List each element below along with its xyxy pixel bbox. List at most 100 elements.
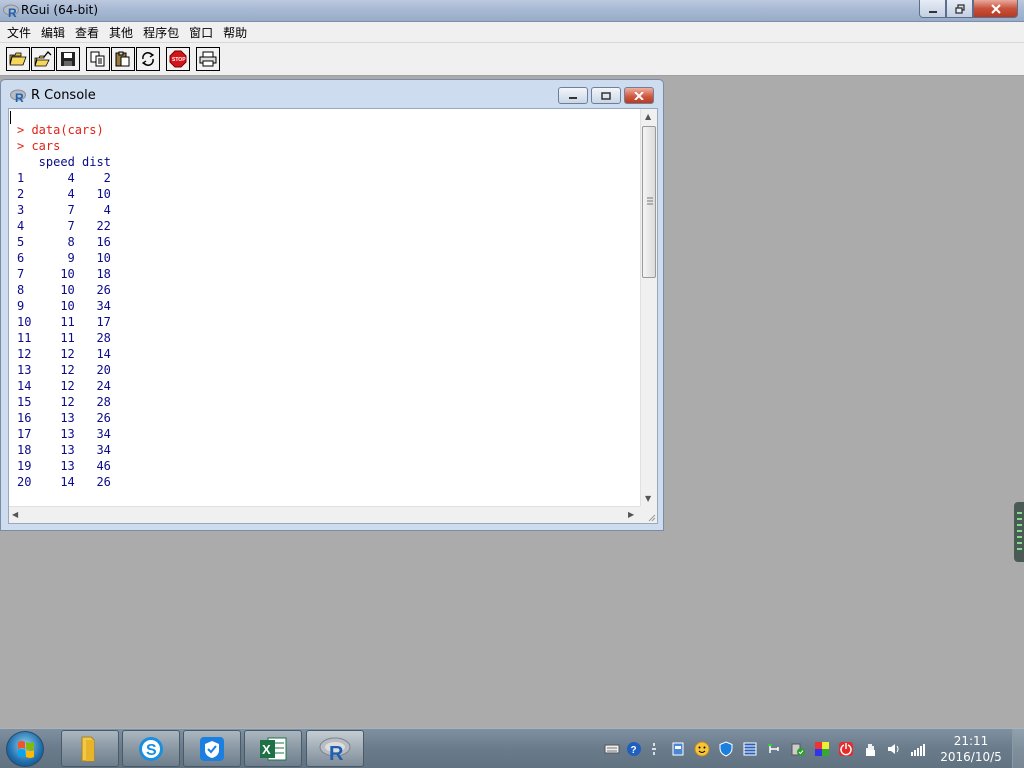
desktop-gadget[interactable] [1014, 502, 1024, 562]
scroll-thumb[interactable] [642, 126, 656, 278]
minimize-button[interactable] [919, 0, 946, 18]
row-index: 10 [17, 315, 32, 329]
menu-view[interactable]: 查看 [70, 24, 104, 41]
dist-cell: 34 [96, 427, 111, 441]
app-titlebar: R RGui (64-bit) [0, 0, 1024, 22]
speed-cell: 10 [60, 267, 75, 281]
keyboard-icon[interactable] [604, 741, 620, 757]
console-output-area[interactable]: > data(cars) > cars speed dist 1 4 2 2 4 10 3 7 4 4… [8, 108, 658, 524]
row-index: 4 [17, 219, 25, 233]
clock-time: 21:11 [953, 734, 989, 748]
row-index: 16 [17, 411, 32, 425]
hand-icon[interactable] [862, 741, 878, 757]
dist-cell: 17 [96, 315, 111, 329]
table-header: speed dist [17, 155, 111, 169]
copy-button[interactable] [86, 47, 110, 71]
taskbar-file-explorer[interactable] [61, 730, 119, 767]
system-clock[interactable]: 21:11 2016/10/5 [932, 733, 1010, 765]
dist-cell: 26 [96, 411, 111, 425]
shield-tray-icon[interactable] [718, 741, 734, 757]
console-close-button[interactable] [624, 87, 654, 104]
taskbar-security-guard[interactable] [183, 730, 241, 767]
gadget-meter-bar [1017, 530, 1022, 532]
print-button[interactable] [196, 47, 220, 71]
copy-paste-button[interactable] [136, 47, 160, 71]
gadget-meter-bar [1017, 536, 1022, 538]
usb-icon[interactable] [766, 741, 782, 757]
table-row: 8 10 26 [17, 282, 641, 298]
table-row: 15 12 28 [17, 394, 641, 410]
speed-cell: 9 [67, 251, 75, 265]
menu-help[interactable]: 帮助 [218, 24, 252, 41]
taskbar-excel[interactable]: X [244, 730, 302, 767]
dist-cell: 2 [103, 171, 111, 185]
taskbar: S X R ? 21:11 2016/10/5 [0, 728, 1024, 768]
paste-button[interactable] [111, 47, 135, 71]
help-icon[interactable]: ? [626, 741, 642, 757]
browser-s-icon: S [139, 736, 163, 761]
shield-icon [200, 736, 224, 761]
dist-cell: 28 [96, 395, 111, 409]
taskbar-r-gui[interactable]: R [306, 730, 364, 767]
film-icon[interactable] [742, 741, 758, 757]
resize-grip[interactable] [640, 506, 657, 523]
dist-cell: 26 [96, 283, 111, 297]
battery-check-icon[interactable] [790, 741, 806, 757]
floppy-disk-icon [61, 52, 75, 66]
vertical-scrollbar[interactable]: ▲ ▼ [640, 109, 657, 507]
speed-cell: 12 [60, 363, 75, 377]
scroll-up-icon[interactable]: ▲ [645, 112, 651, 121]
dist-cell: 34 [96, 299, 111, 313]
menu-windows[interactable]: 窗口 [184, 24, 218, 41]
horizontal-scrollbar[interactable]: ◀ ▶ [9, 506, 641, 523]
close-icon [990, 3, 1001, 14]
gadget-meter-bar [1017, 518, 1022, 520]
taskbar-sogou-browser[interactable]: S [122, 730, 180, 767]
network-drive-icon[interactable] [670, 741, 686, 757]
scroll-left-icon[interactable]: ◀ [12, 510, 18, 519]
open-script-button[interactable] [6, 47, 30, 71]
window-controls [919, 0, 1018, 18]
scroll-right-icon[interactable]: ▶ [628, 510, 634, 519]
refresh-icon [141, 52, 155, 66]
menu-file[interactable]: 文件 [2, 24, 36, 41]
speed-cell: 7 [67, 203, 75, 217]
menu-packages[interactable]: 程序包 [138, 24, 184, 41]
show-desktop-button[interactable] [1012, 729, 1024, 768]
load-workspace-button[interactable] [31, 47, 55, 71]
command-line: > data(cars) [17, 123, 104, 137]
menu-edit[interactable]: 编辑 [36, 24, 70, 41]
start-button[interactable] [6, 731, 44, 767]
row-index: 15 [17, 395, 32, 409]
row-index: 8 [17, 283, 25, 297]
console-text[interactable]: > data(cars) > cars speed dist 1 4 2 2 4 10 3 7 4 4… [9, 109, 641, 507]
dist-cell: 46 [96, 459, 111, 473]
close-button[interactable] [973, 0, 1018, 18]
input-options-icon[interactable] [648, 741, 664, 757]
color-grid-icon[interactable] [814, 741, 830, 757]
open-folder-icon [9, 52, 27, 66]
close-icon [634, 91, 644, 100]
svg-text:R: R [329, 743, 344, 763]
scroll-down-icon[interactable]: ▼ [645, 494, 651, 503]
row-index: 1 [17, 171, 25, 185]
app-title: RGui (64-bit) [21, 3, 99, 17]
row-index: 9 [17, 299, 25, 313]
console-maximize-button[interactable] [591, 87, 621, 104]
dist-cell: 4 [103, 203, 111, 217]
restore-button[interactable] [946, 0, 973, 18]
stop-button[interactable]: STOP [166, 47, 190, 71]
speed-cell: 4 [67, 171, 75, 185]
smiley-icon[interactable] [694, 741, 710, 757]
volume-icon[interactable] [886, 741, 902, 757]
console-minimize-button[interactable] [558, 87, 588, 104]
speed-cell: 10 [60, 283, 75, 297]
row-index: 12 [17, 347, 32, 361]
signal-strength-icon[interactable] [910, 741, 926, 757]
table-row: 5 8 16 [17, 234, 641, 250]
excel-icon: X [260, 737, 287, 760]
power-app-icon[interactable] [838, 741, 854, 757]
menu-misc[interactable]: 其他 [104, 24, 138, 41]
save-workspace-button[interactable] [56, 47, 80, 71]
command-line: > cars [17, 139, 61, 153]
